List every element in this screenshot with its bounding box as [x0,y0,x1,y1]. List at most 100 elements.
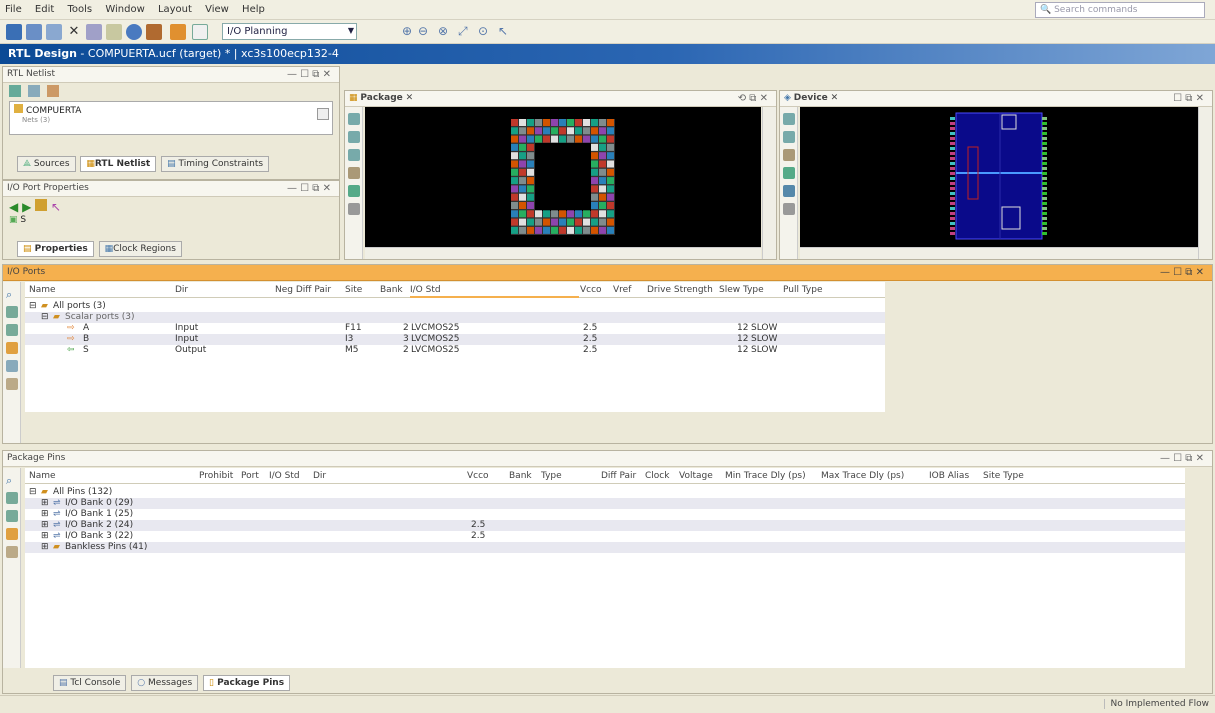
window-controls[interactable]: — ☐ ⧉ ✕ [287,183,331,194]
package-pin-cell[interactable] [607,143,614,151]
device-io-site[interactable] [950,172,955,175]
tree-expander[interactable]: ⊟ [41,312,49,322]
menu-file[interactable]: File [0,0,27,15]
package-pin-cell[interactable] [607,226,614,234]
device-title[interactable]: Device [794,93,828,103]
package-pin-cell[interactable] [551,127,558,135]
device-io-site[interactable] [1042,172,1047,175]
package-pin-cell[interactable] [559,127,566,135]
package-canvas[interactable] [365,107,761,247]
device-io-site[interactable] [1042,177,1047,180]
package-pin-cell[interactable] [583,127,590,135]
col-slew-type[interactable]: Slew Type [719,285,764,295]
package-pin-cell[interactable] [567,119,574,126]
zoom-fit-icon[interactable] [348,113,360,125]
package-pin-cell[interactable] [591,210,598,218]
package-vscrollbar[interactable] [762,107,776,259]
package-pin-cell[interactable] [543,135,550,143]
package-pin-cell[interactable] [583,210,590,218]
forward-arrow-icon[interactable]: ▶ [22,200,31,214]
col-site-type[interactable]: Site Type [983,471,1024,481]
device-io-site[interactable] [950,152,955,155]
device-io-site[interactable] [1042,137,1047,140]
col-type[interactable]: Type [541,471,562,481]
package-pin-cell[interactable] [535,210,542,218]
table-row[interactable]: ⇦ S Output M5 2 LVCMOS25 2.5 12 SLOW [25,345,885,356]
package-pin-cell[interactable] [511,177,518,185]
auto-place-icon[interactable] [6,360,18,372]
tree-child[interactable]: Nets (3) [14,116,328,124]
table-row[interactable]: ⇨ A Input F11 2 LVCMOS25 2.5 12 SLOW [25,323,885,334]
package-pin-cell[interactable] [591,119,598,126]
package-pin-cell[interactable] [511,210,518,218]
device-io-site[interactable] [950,117,955,120]
zoom-in-icon[interactable]: ⊕ [402,24,418,40]
col-neg-diff-pair[interactable]: Neg Diff Pair [275,285,331,295]
search-icon[interactable]: ⌕ [6,288,18,301]
package-pin-cell[interactable] [543,119,550,126]
device-io-site[interactable] [1042,197,1047,200]
back-icon[interactable] [348,131,360,143]
device-io-site[interactable] [950,167,955,170]
route-icon[interactable] [783,185,795,197]
package-pin-cell[interactable] [599,168,606,176]
package-pin-cell[interactable] [551,135,558,143]
package-pin-cell[interactable] [591,127,598,135]
package-pin-cell[interactable] [519,119,526,126]
package-pin-cell[interactable] [543,210,550,218]
package-pin-cell[interactable] [607,119,614,126]
col-name[interactable]: Name [29,471,56,481]
package-pin-cell[interactable] [559,119,566,126]
device-io-site[interactable] [1042,127,1047,130]
window-controls[interactable]: — ☐ ⧉ ✕ [1160,453,1204,464]
layout-combo[interactable]: I/O Planning ▼ [222,23,357,40]
collapse-all-icon[interactable] [6,510,18,522]
package-pin-cell[interactable] [527,152,534,160]
package-pin-cell[interactable] [535,135,542,143]
tree-row-all-ports[interactable]: ⊟ ▰ All ports (3) [25,301,885,312]
col-io-std[interactable]: I/O Std [269,471,300,481]
tab-package-pins[interactable]: ▯ Package Pins [203,675,291,691]
device-io-site[interactable] [950,157,955,160]
tree-expander[interactable]: ⊟ [29,301,37,311]
col-pull-type[interactable]: Pull Type [783,285,823,295]
package-pin-cell[interactable] [567,135,574,143]
package-pin-cell[interactable] [511,226,518,234]
tree-expander[interactable]: ⊞ [41,520,49,530]
run-icon[interactable] [126,24,142,40]
package-pin-cell[interactable] [527,193,534,201]
package-pin-cell[interactable] [607,127,614,135]
package-pin-cell[interactable] [559,218,566,226]
package-pin-cell[interactable] [511,185,518,193]
package-pin-cell[interactable] [567,226,574,234]
col-min-trace-dly[interactable]: Min Trace Dly (ps) [725,471,806,481]
table-row[interactable]: ⊞ ⇌ I/O Bank 3 (22) 2.5 [25,531,1185,542]
tab-clock-regions[interactable]: ▦Clock Regions [98,241,182,257]
col-dir[interactable]: Dir [313,471,326,481]
package-pin-cell[interactable] [519,177,526,185]
device-io-site[interactable] [1042,182,1047,185]
package-pin-cell[interactable] [607,185,614,193]
pointer-icon[interactable]: ↖ [51,200,61,214]
package-pin-cell[interactable] [519,168,526,176]
package-pin-cell[interactable] [559,226,566,234]
package-pin-cell[interactable] [519,160,526,168]
package-pin-cell[interactable] [511,152,518,160]
window-controls[interactable]: ⟲ ⧉ ✕ [738,93,768,104]
device-io-site[interactable] [950,197,955,200]
col-iob-alias[interactable]: IOB Alias [929,471,969,481]
device-io-site[interactable] [1042,162,1047,165]
col-drive-strength[interactable]: Drive Strength [647,285,713,295]
device-io-site[interactable] [950,137,955,140]
package-pin-cell[interactable] [591,185,598,193]
col-prohibit[interactable]: Prohibit [199,471,233,481]
tree-row-scalar-ports[interactable]: ⊟ ▰ Scalar ports (3) [25,312,885,323]
package-pin-cell[interactable] [511,143,518,151]
menu-tools[interactable]: Tools [62,0,97,15]
package-pin-cell[interactable] [591,160,598,168]
package-pin-cell[interactable] [519,226,526,234]
package-pin-cell[interactable] [599,160,606,168]
group-icon[interactable] [6,342,18,354]
undo-icon[interactable] [106,24,122,40]
package-pin-cell[interactable] [511,135,518,143]
